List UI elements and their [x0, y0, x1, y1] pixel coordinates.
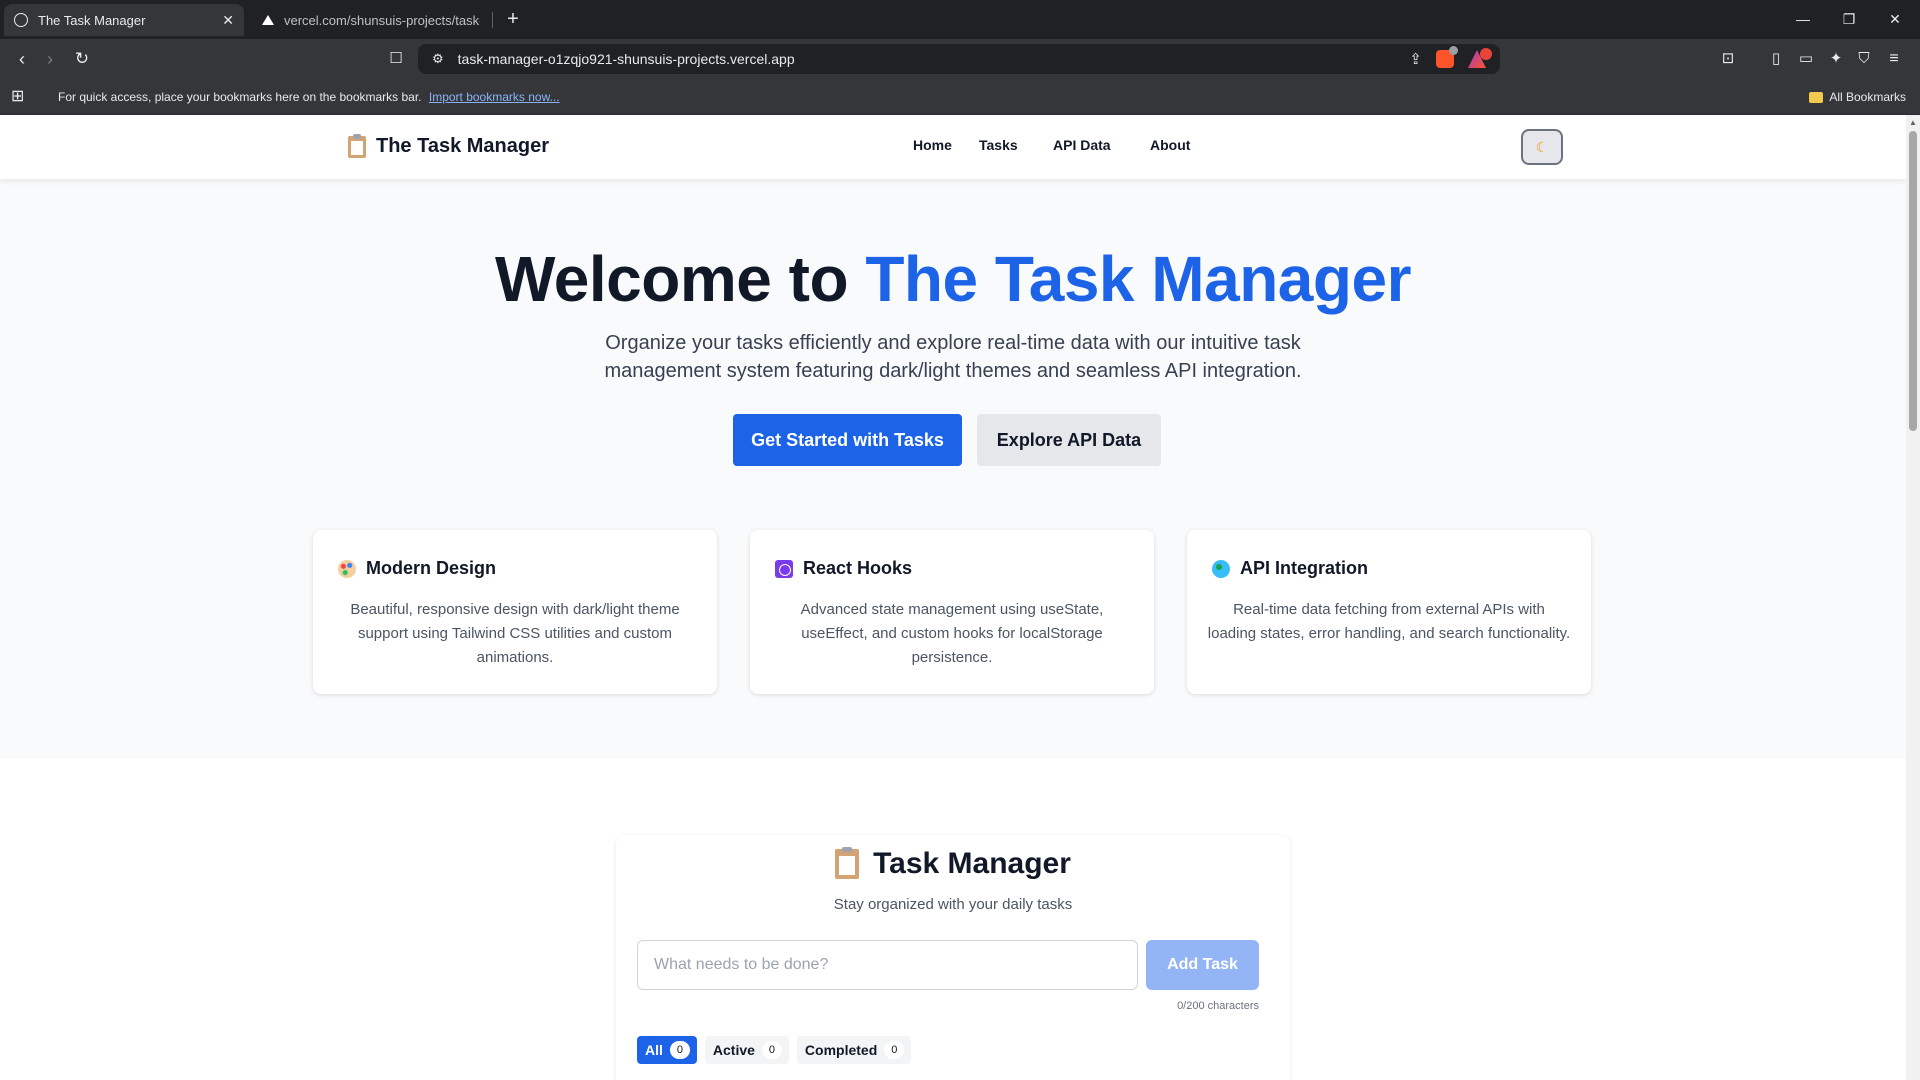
nav-link-api-data[interactable]: API Data	[1053, 137, 1150, 153]
hero-title-prefix: Welcome to	[495, 243, 866, 315]
tab-title: The Task Manager	[38, 12, 146, 28]
import-bookmarks-link[interactable]: Import bookmarks now...	[429, 90, 560, 104]
browser-toolbar: ‹ › ↻ ☐ ⚙ task-manager-o1zqjo921-shunsui…	[0, 39, 1920, 79]
scroll-up-icon[interactable]: ▲	[1909, 118, 1917, 127]
filter-active[interactable]: Active 0	[704, 1036, 789, 1064]
apps-grid-icon[interactable]: ⊞	[11, 88, 29, 106]
new-task-input[interactable]	[637, 940, 1138, 990]
filter-count: 0	[884, 1041, 905, 1059]
globe-icon	[1212, 559, 1230, 578]
feature-card-header: React Hooks	[775, 558, 912, 579]
globe-icon	[14, 13, 28, 27]
get-started-button[interactable]: Get Started with Tasks	[733, 414, 962, 466]
feature-title: Modern Design	[366, 558, 497, 578]
feature-card-api-integration: API Integration Real-time data fetching …	[1187, 530, 1591, 694]
share-icon[interactable]: ⇪	[1409, 50, 1422, 68]
feature-title: React Hooks	[803, 558, 913, 578]
task-filters: All 0 Active 0 Completed 0	[637, 1036, 912, 1064]
hero-subtitle: Organize your tasks efficiently and expl…	[604, 332, 1302, 382]
vpn-shield-icon[interactable]: ⛉	[1852, 47, 1876, 71]
bookmarks-bar: ⊞ For quick access, place your bookmarks…	[0, 79, 1920, 115]
menu-icon[interactable]: ≡	[1882, 47, 1906, 71]
feature-description: Beautiful, responsive design with dark/l…	[350, 601, 680, 666]
leo-ai-icon[interactable]: ✦	[1824, 47, 1848, 71]
tab-divider	[492, 12, 493, 28]
task-manager-title: Task Manager	[0, 847, 1906, 881]
feature-title: API Integration	[1240, 558, 1369, 578]
moon-icon: ☾	[1535, 139, 1549, 155]
feature-card-header: Modern Design	[338, 558, 496, 579]
feature-description: Real-time data fetching from external AP…	[1207, 601, 1571, 642]
back-button[interactable]: ‹	[10, 47, 34, 71]
feature-card-header: API Integration	[1212, 558, 1368, 579]
all-bookmarks-label: All Bookmarks	[1829, 90, 1906, 104]
bookmark-icon[interactable]: ☐	[384, 47, 408, 71]
filter-label: Active	[712, 1042, 755, 1058]
site-brand[interactable]: The Task Manager	[348, 133, 550, 158]
browser-tab-bar: The Task Manager ✕ vercel.com/shunsuis-p…	[0, 0, 1920, 39]
tab-title: vercel.com/shunsuis-projects/task-m	[284, 12, 480, 28]
hero-title-accent: The Task Manager	[865, 243, 1411, 315]
screenshot-icon[interactable]: ⊡	[1716, 47, 1740, 71]
sidebar-icon[interactable]: ▯	[1764, 47, 1788, 71]
url-text: task-manager-o1zqjo921-shunsuis-projects…	[457, 51, 795, 67]
minimize-button[interactable]: —	[1780, 0, 1826, 39]
nav-link-home[interactable]: Home	[913, 137, 979, 153]
folder-icon	[1809, 91, 1824, 103]
brave-shields-icon[interactable]	[1436, 46, 1458, 68]
filter-label: All	[645, 1042, 663, 1058]
site-settings-icon[interactable]: ⚙	[432, 51, 444, 67]
atom-icon	[775, 559, 793, 578]
nav-links: Home Tasks API Data About	[913, 137, 1200, 153]
close-tab-icon[interactable]: ✕	[222, 12, 234, 29]
reload-button[interactable]: ↻	[70, 47, 94, 71]
filter-completed[interactable]: Completed 0	[796, 1036, 912, 1064]
address-bar[interactable]: ⚙ task-manager-o1zqjo921-shunsuis-projec…	[418, 44, 1500, 74]
restore-button[interactable]: ❐	[1826, 0, 1872, 39]
task-manager-subtitle: Stay organized with your daily tasks	[833, 896, 1073, 913]
notification-dot	[1480, 48, 1492, 60]
clipboard-icon	[835, 847, 860, 879]
bookmarks-message: For quick access, place your bookmarks h…	[58, 90, 560, 104]
character-count: 0/200 characters	[1177, 1000, 1259, 1012]
explore-api-button[interactable]: Explore API Data	[977, 414, 1161, 466]
nav-link-about[interactable]: About	[1150, 137, 1200, 153]
page-viewport: The Task Manager Home Tasks API Data Abo…	[0, 115, 1906, 1080]
clipboard-icon	[348, 133, 366, 158]
nav-link-tasks[interactable]: Tasks	[979, 137, 1053, 153]
theme-toggle-button[interactable]: ☾	[1521, 129, 1563, 165]
feature-card-modern-design: Modern Design Beautiful, responsive desi…	[313, 530, 717, 694]
bookmarks-hint: For quick access, place your bookmarks h…	[58, 90, 422, 104]
feature-card-react-hooks: React Hooks Advanced state management us…	[750, 530, 1154, 694]
all-bookmarks-button[interactable]: All Bookmarks	[1809, 90, 1906, 104]
brand-name: The Task Manager	[376, 135, 550, 157]
task-manager-heading: Task Manager	[873, 847, 1071, 880]
add-task-button[interactable]: Add Task	[1146, 940, 1259, 990]
page-scrollbar[interactable]: ▲	[1906, 115, 1920, 1080]
feature-description: Advanced state management using useState…	[800, 601, 1104, 666]
palette-icon	[338, 559, 356, 578]
filter-all[interactable]: All 0	[637, 1036, 697, 1064]
tab-task-manager[interactable]: The Task Manager ✕	[4, 4, 244, 36]
new-tab-button[interactable]: +	[500, 6, 526, 32]
hero-title: Welcome to The Task Manager	[0, 242, 1906, 316]
filter-count: 0	[761, 1041, 782, 1059]
wallet-icon[interactable]: ▭	[1794, 47, 1818, 71]
scrollbar-thumb[interactable]	[1909, 131, 1917, 431]
tab-vercel[interactable]: vercel.com/shunsuis-projects/task-m	[252, 4, 490, 36]
forward-button[interactable]: ›	[38, 47, 62, 71]
site-navbar: The Task Manager Home Tasks API Data Abo…	[0, 115, 1906, 179]
close-window-button[interactable]: ✕	[1872, 0, 1918, 39]
filter-count: 0	[669, 1041, 690, 1059]
filter-label: Completed	[804, 1042, 878, 1058]
vercel-logo-icon	[262, 15, 274, 25]
